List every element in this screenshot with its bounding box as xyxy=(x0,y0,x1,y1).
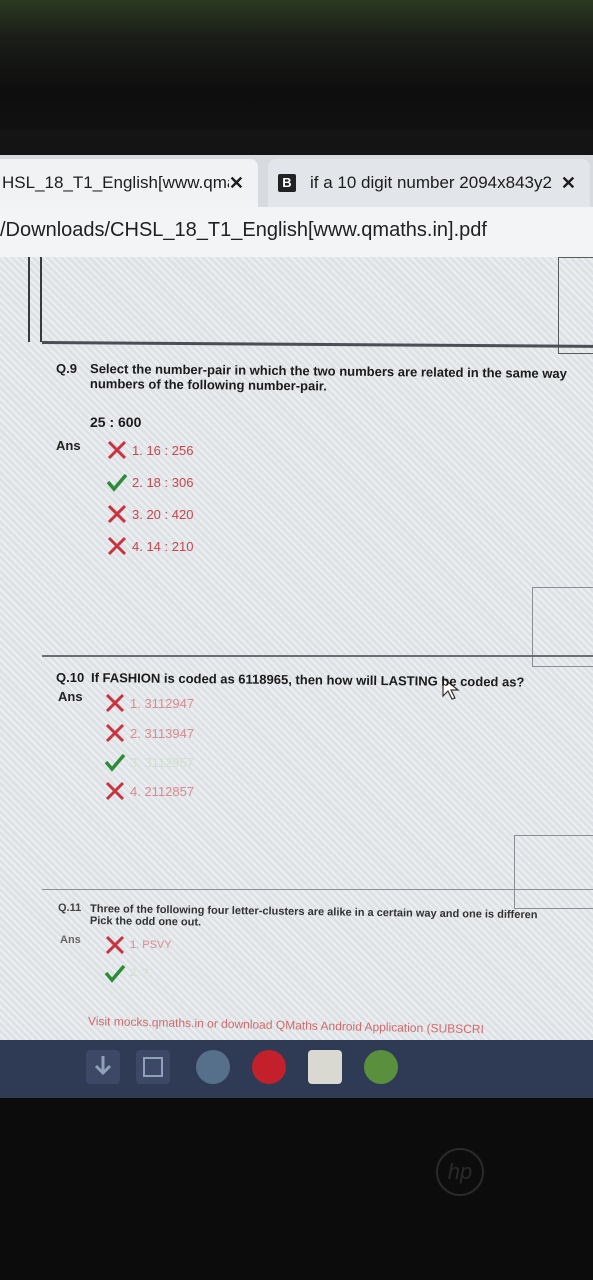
option-label: 4. 14 : 210 xyxy=(132,538,194,554)
question-number: Q.11 xyxy=(58,902,82,914)
option: 2. 3113947 xyxy=(104,723,194,743)
option: 4. 14 : 210 xyxy=(106,536,193,556)
answer-box xyxy=(514,835,593,909)
url-text: /Downloads/CHSL_18_T1_English[www.qmaths… xyxy=(0,219,487,241)
bing-favicon-icon: B xyxy=(278,174,296,192)
tab-pdf[interactable]: HSL_18_T1_English[www.qmath ✕ xyxy=(0,159,258,207)
option: 2. ? xyxy=(104,963,148,983)
option: 1. 3112947 xyxy=(104,693,194,713)
edge-icon xyxy=(143,1057,163,1077)
tab-title: HSL_18_T1_English[www.qmath xyxy=(2,173,229,192)
option: 3. 3112957 xyxy=(104,752,194,772)
download-icon xyxy=(94,1056,112,1076)
question-number: Q.9 xyxy=(56,361,77,376)
option-label: 3. 3112957 xyxy=(130,754,195,770)
option-label: 4. 2112857 xyxy=(130,783,195,799)
question-separator xyxy=(42,655,593,657)
photo-background xyxy=(0,0,593,150)
monitor-bezel xyxy=(0,130,593,155)
laptop-body xyxy=(0,1098,593,1280)
address-bar[interactable]: /Downloads/CHSL_18_T1_English[www.qmaths… xyxy=(0,207,593,258)
cross-icon xyxy=(105,781,125,801)
cross-icon xyxy=(105,723,125,743)
tab-title: if a 10 digit number 2094x843y2 xyxy=(310,173,552,192)
opera-icon[interactable] xyxy=(252,1050,286,1084)
cross-icon xyxy=(107,440,127,460)
ans-label: Ans xyxy=(56,438,81,453)
close-icon[interactable]: ✕ xyxy=(229,173,244,194)
check-icon xyxy=(104,753,126,772)
question-separator xyxy=(41,341,593,348)
option: 3. 20 : 420 xyxy=(106,504,193,524)
photos-icon[interactable] xyxy=(196,1050,230,1084)
taskbar xyxy=(0,1040,593,1098)
close-icon[interactable]: ✕ xyxy=(561,173,576,194)
number-pair: 25 : 600 xyxy=(90,414,142,430)
question-number: Q.10 xyxy=(56,670,85,685)
option: 4. 2112857 xyxy=(104,781,194,801)
edge-icon[interactable] xyxy=(136,1050,170,1084)
option-label: 3. 20 : 420 xyxy=(132,506,194,522)
tab-strip: HSL_18_T1_English[www.qmath ✕ B if a 10 … xyxy=(0,155,593,207)
question-text: If FASHION is coded as 6118965, then how… xyxy=(91,670,525,690)
question-line: If FASHION is coded as 6118965, then how… xyxy=(90,670,525,690)
question-text: Three of the following four letter-clust… xyxy=(90,903,538,933)
answer-box xyxy=(558,257,593,354)
question-separator xyxy=(42,889,593,890)
ans-label: Ans xyxy=(58,689,83,704)
option: 2. 18 : 306 xyxy=(106,472,193,492)
file-icon[interactable] xyxy=(308,1050,342,1084)
option-label: 2. 18 : 306 xyxy=(132,474,194,490)
question-text: Select the number-pair in which the two … xyxy=(90,361,567,396)
pdf-page: Q.9 Select the number-pair in which the … xyxy=(0,257,593,1085)
option: 1. 16 : 256 xyxy=(106,440,193,460)
screen: HSL_18_T1_English[www.qmath ✕ B if a 10 … xyxy=(0,155,593,1085)
divider xyxy=(40,257,42,342)
cross-icon xyxy=(107,536,127,556)
cross-icon xyxy=(105,935,125,955)
option: 1. PSVY xyxy=(104,935,172,955)
ans-label: Ans xyxy=(60,934,81,946)
hp-logo: hp xyxy=(436,1148,484,1196)
download-icon[interactable] xyxy=(86,1050,120,1084)
option-label: 1. 16 : 256 xyxy=(132,442,194,458)
option-label: 1. PSVY xyxy=(130,939,172,951)
footer-text: Visit mocks.qmaths.in or download QMaths… xyxy=(87,1014,485,1037)
chrome-icon[interactable] xyxy=(364,1050,398,1084)
check-icon xyxy=(106,473,128,492)
option-label: 2. 3113947 xyxy=(130,725,195,741)
check-icon xyxy=(104,964,126,983)
option-label: 2. ? xyxy=(130,967,149,979)
tab-search[interactable]: B if a 10 digit number 2094x843y2 ✕ xyxy=(268,159,590,207)
option-label: 1. 3112947 xyxy=(130,695,195,711)
cross-icon xyxy=(105,693,125,713)
cross-icon xyxy=(107,504,127,524)
divider xyxy=(28,257,30,342)
